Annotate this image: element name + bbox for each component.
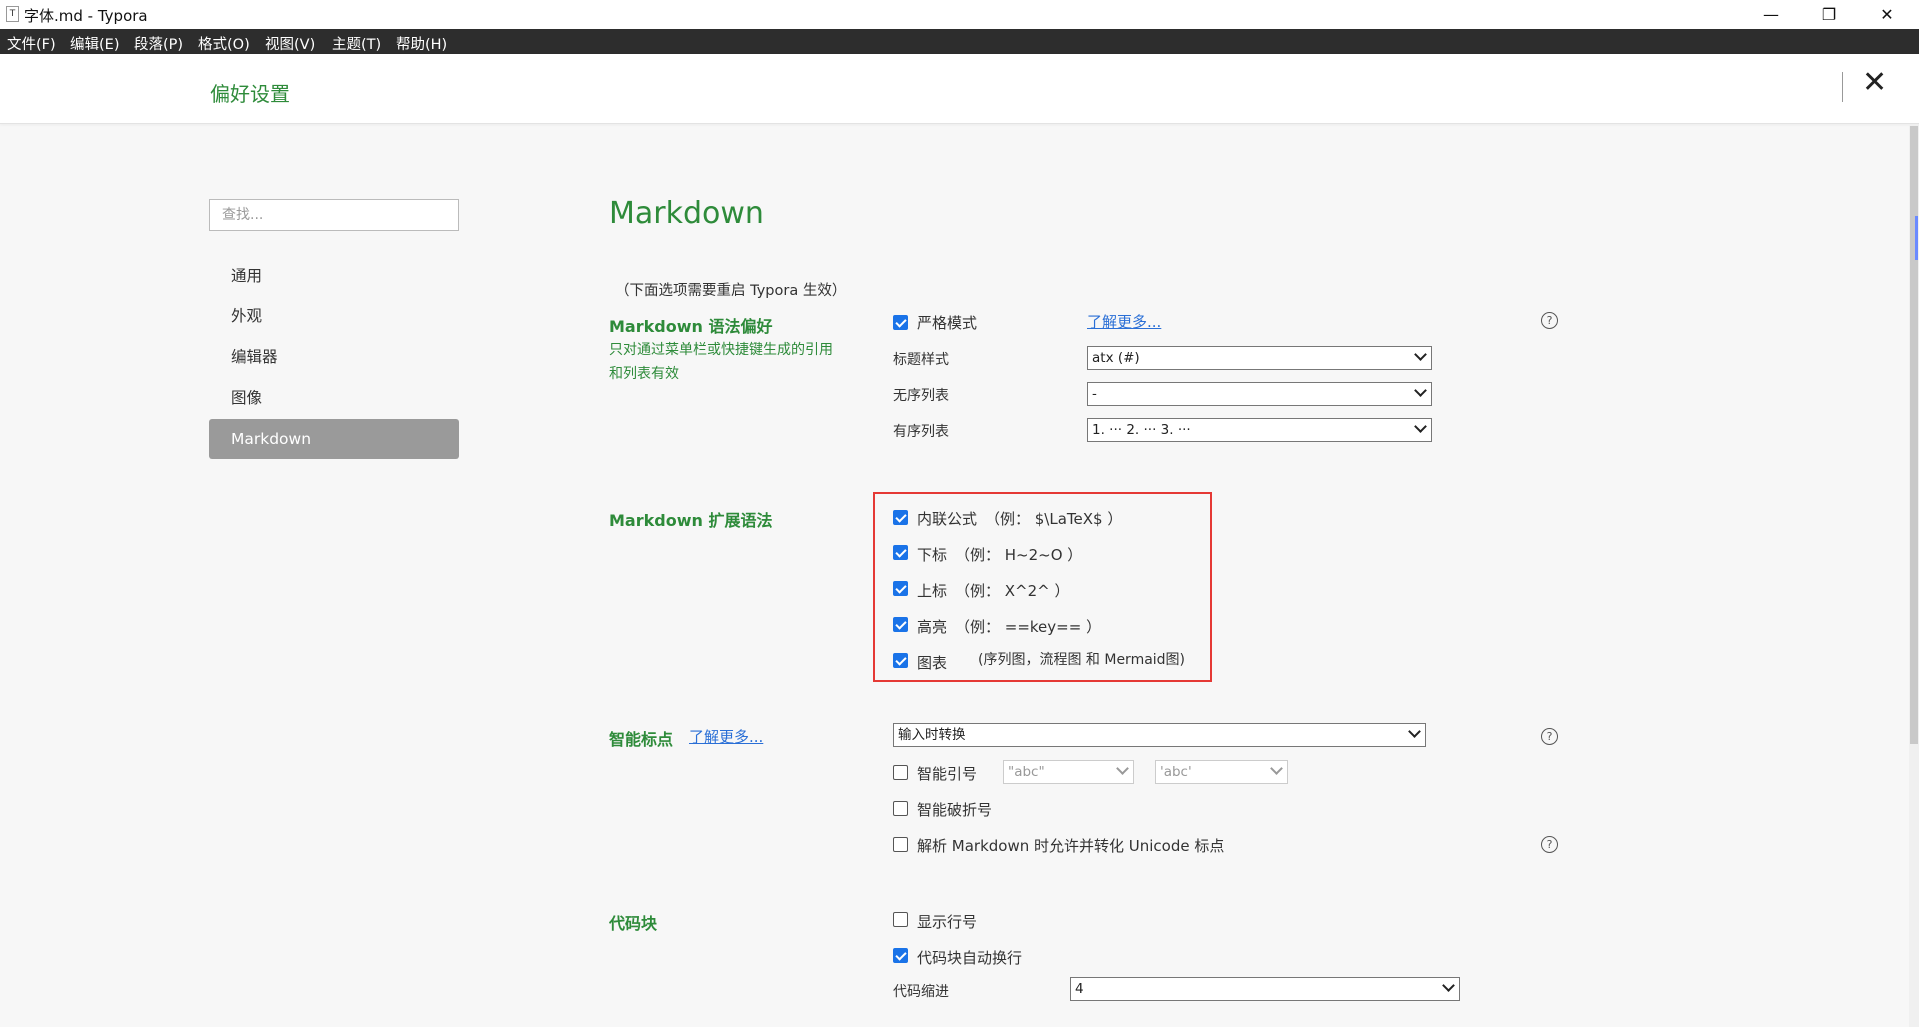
- highlight-checkbox[interactable]: [893, 617, 908, 632]
- sidebar-item-markdown[interactable]: Markdown: [209, 419, 459, 459]
- menu-format[interactable]: 格式(O): [198, 33, 250, 54]
- menu-bar: 文件(F) 编辑(E) 段落(P) 格式(O) 视图(V) 主题(T) 帮助(H…: [0, 29, 1919, 54]
- highlight-example: （例： ==key== ）: [955, 618, 1102, 636]
- chevron-down-icon: [1414, 384, 1427, 397]
- help-icon[interactable]: ?: [1541, 728, 1558, 745]
- restore-button[interactable]: ❐: [1800, 0, 1858, 29]
- single-quote-value: 'abc': [1160, 764, 1192, 780]
- code-wrap-checkbox[interactable]: [893, 948, 908, 963]
- close-preferences-icon[interactable]: ✕: [1862, 68, 1887, 98]
- unordered-list-label: 无序列表: [893, 388, 949, 404]
- syntax-preference-heading: Markdown 语法偏好: [609, 317, 773, 336]
- typora-app-icon: T: [6, 6, 19, 22]
- unicode-punctuation-label: 解析 Markdown 时允许并转化 Unicode 标点: [917, 837, 1225, 855]
- ordered-list-select[interactable]: 1. ··· 2. ··· 3. ···: [1087, 418, 1432, 442]
- smart-quotes-checkbox[interactable]: [893, 765, 908, 780]
- chevron-down-icon: [1270, 762, 1283, 775]
- unordered-list-select[interactable]: -: [1087, 382, 1432, 406]
- inline-math-label: 内联公式: [917, 510, 978, 528]
- inline-math-example: （例： $\LaTeX$ ）: [985, 510, 1123, 528]
- smart-punctuation-mode-select[interactable]: 输入时转换: [893, 723, 1426, 747]
- menu-edit[interactable]: 编辑(E): [70, 33, 119, 54]
- chevron-down-icon: [1414, 348, 1427, 361]
- sidebar-item-general[interactable]: 通用: [209, 256, 459, 296]
- unordered-list-value: -: [1092, 386, 1097, 402]
- scroll-position-marker: [1915, 216, 1918, 260]
- code-block-heading: 代码块: [609, 914, 658, 933]
- diagrams-label: 图表: [917, 654, 948, 672]
- smart-punctuation-learn-more-link[interactable]: 了解更多...: [689, 726, 763, 747]
- sidebar-item-appearance[interactable]: 外观: [209, 296, 459, 336]
- subscript-example: （例： H~2~O ）: [955, 546, 1083, 564]
- menu-themes[interactable]: 主题(T): [332, 33, 381, 54]
- preferences-title: 偏好设置: [210, 82, 290, 106]
- help-icon[interactable]: ?: [1541, 836, 1558, 853]
- superscript-example: （例： X^2^ ）: [955, 582, 1070, 600]
- menu-view[interactable]: 视图(V): [265, 33, 315, 54]
- line-numbers-label: 显示行号: [917, 913, 978, 931]
- single-quote-select[interactable]: 'abc': [1155, 760, 1288, 784]
- chevron-down-icon: [1442, 979, 1455, 992]
- heading-style-value: atx (#): [1092, 350, 1140, 366]
- heading-style-label: 标题样式: [893, 352, 949, 368]
- heading-style-select[interactable]: atx (#): [1087, 346, 1432, 370]
- strict-mode-label: 严格模式: [917, 314, 978, 332]
- code-indent-label: 代码缩进: [893, 984, 949, 1000]
- preferences-header: 偏好设置 ✕: [0, 54, 1919, 124]
- ordered-list-value: 1. ··· 2. ··· 3. ···: [1092, 422, 1191, 438]
- code-indent-select[interactable]: 4: [1070, 977, 1460, 1001]
- menu-file[interactable]: 文件(F): [7, 33, 56, 54]
- superscript-checkbox[interactable]: [893, 581, 908, 596]
- restart-note: （下面选项需要重启 Typora 生效）: [615, 283, 847, 299]
- smart-quotes-label: 智能引号: [917, 765, 978, 783]
- diagrams-example: (序列图，流程图 和 Mermaid图): [978, 652, 1186, 668]
- help-icon[interactable]: ?: [1541, 312, 1558, 329]
- menu-paragraph[interactable]: 段落(P): [134, 33, 183, 54]
- extended-syntax-heading: Markdown 扩展语法: [609, 511, 773, 530]
- scrollbar[interactable]: [1909, 124, 1919, 1027]
- subscript-label: 下标: [917, 546, 948, 564]
- sidebar-item-image[interactable]: 图像: [209, 378, 459, 418]
- diagrams-checkbox[interactable]: [893, 653, 908, 668]
- chevron-down-icon: [1116, 762, 1129, 775]
- menu-help[interactable]: 帮助(H): [396, 33, 447, 54]
- header-divider: [1842, 72, 1843, 102]
- smart-punctuation-heading: 智能标点: [609, 730, 674, 749]
- minimize-button[interactable]: —: [1742, 0, 1800, 29]
- smart-dash-checkbox[interactable]: [893, 801, 908, 816]
- learn-more-link[interactable]: 了解更多...: [1087, 311, 1161, 332]
- title-bar: T 字体.md - Typora — ❐ ✕: [0, 0, 1919, 29]
- smart-dash-label: 智能破折号: [917, 801, 993, 819]
- subscript-checkbox[interactable]: [893, 545, 908, 560]
- chevron-down-icon: [1414, 420, 1427, 433]
- search-input[interactable]: [209, 199, 459, 231]
- superscript-label: 上标: [917, 582, 948, 600]
- window-title: 字体.md - Typora: [24, 7, 148, 25]
- double-quote-select[interactable]: "abc": [1003, 760, 1134, 784]
- window-close-button[interactable]: ✕: [1858, 0, 1916, 29]
- unicode-punctuation-checkbox[interactable]: [893, 837, 908, 852]
- ordered-list-label: 有序列表: [893, 424, 949, 440]
- double-quote-value: "abc": [1008, 764, 1045, 780]
- syntax-preference-desc-1: 只对通过菜单栏或快捷键生成的引用: [609, 342, 833, 358]
- code-wrap-label: 代码块自动换行: [917, 949, 1023, 967]
- line-numbers-checkbox[interactable]: [893, 912, 908, 927]
- syntax-preference-desc-2: 和列表有效: [609, 366, 679, 382]
- sidebar-item-editor[interactable]: 编辑器: [209, 337, 459, 377]
- highlight-label: 高亮: [917, 618, 948, 636]
- section-title: Markdown: [609, 196, 764, 231]
- code-indent-value: 4: [1075, 981, 1084, 997]
- inline-math-checkbox[interactable]: [893, 510, 908, 525]
- smart-punctuation-mode-value: 输入时转换: [898, 727, 966, 743]
- strict-mode-checkbox[interactable]: [893, 315, 908, 330]
- chevron-down-icon: [1408, 725, 1421, 738]
